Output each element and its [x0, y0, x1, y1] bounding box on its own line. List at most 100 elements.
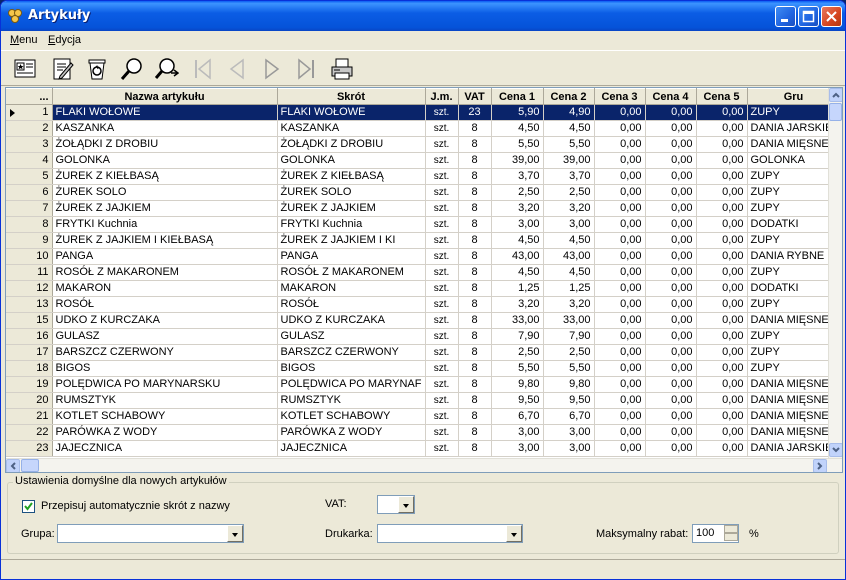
table-cell: 39,00 — [543, 152, 595, 169]
column-header[interactable]: Cena 4 — [645, 88, 697, 105]
table-cell: GULASZ — [277, 328, 426, 345]
table-cell: 4,50 — [491, 232, 544, 249]
spin-up-button[interactable] — [724, 525, 738, 533]
table-cell: ZUPY — [747, 296, 841, 313]
table-row[interactable]: 7 ŻUREK Z JAJKIEM ŻUREK Z JAJKIEM szt. 8 3,20… — [6, 200, 841, 217]
table-cell: DANIA MIĘSNE — [747, 136, 841, 153]
vertical-scrollbar[interactable] — [828, 88, 842, 458]
table-row[interactable]: 2 KASZANKA KASZANKA szt. 8 4,50 4,50 0,00 0,00 0,… — [6, 120, 841, 137]
card-button[interactable] — [10, 54, 40, 84]
table-row[interactable]: 8 FRYTKI Kuchnia FRYTKI Kuchnia szt. 8 3,00 3,… — [6, 216, 841, 233]
table-cell: 0,00 — [594, 328, 646, 345]
articles-grid[interactable]: ... Nazwa artykułu Skrót J.m. VAT Cena 1 Cena … — [5, 87, 843, 473]
group-dropdown-button[interactable] — [227, 525, 243, 542]
table-row[interactable]: 4 GOLONKA GOLONKA szt. 8 39,00 39,00 0,00 0,00 0,… — [6, 152, 841, 169]
last-record-button[interactable] — [292, 54, 322, 84]
column-header[interactable]: Cena 1 — [491, 88, 544, 105]
table-cell: 0,00 — [645, 296, 697, 313]
close-button[interactable] — [821, 6, 842, 27]
printer-select[interactable] — [377, 524, 523, 543]
vat-dropdown-button[interactable] — [398, 496, 414, 513]
scroll-left-button[interactable] — [6, 459, 20, 472]
table-row[interactable]: 11 ROSÓŁ Z MAKARONEM ROSÓŁ Z MAKARONEM szt.… — [6, 264, 841, 281]
table-row[interactable]: 15 UDKO Z KURCZAKA UDKO Z KURCZAKA szt. 8 33,… — [6, 312, 841, 329]
table-cell: 7,90 — [491, 328, 544, 345]
first-icon — [195, 58, 211, 80]
table-cell: 8 — [458, 424, 492, 441]
edit-button[interactable] — [48, 54, 78, 84]
column-header[interactable]: VAT — [458, 88, 492, 105]
column-header[interactable]: Cena 3 — [594, 88, 646, 105]
minimize-button[interactable] — [775, 6, 796, 27]
table-row[interactable]: 17 BARSZCZ CZERWONY BARSZCZ CZERWONY szt. 8 2… — [6, 344, 841, 361]
table-cell: ŻOŁĄDKI Z DROBIU — [277, 136, 426, 153]
table-cell: 5,50 — [543, 136, 595, 153]
group-select[interactable] — [57, 524, 244, 543]
table-cell: 4,90 — [543, 104, 595, 121]
scroll-right-button[interactable] — [813, 459, 827, 472]
table-cell: 39,00 — [491, 152, 544, 169]
spin-down-button[interactable] — [724, 533, 738, 541]
table-row[interactable]: 6 ŻUREK SOLO ŻUREK SOLO szt. 8 2,50 2,50 0,00 0,… — [6, 184, 841, 201]
max-discount-stepper[interactable]: 100 — [692, 524, 739, 543]
close-icon — [826, 11, 837, 22]
table-row[interactable]: 22 PARÓWKA Z WODY PARÓWKA Z WODY szt. 8 3,00 3… — [6, 424, 841, 441]
table-cell: 8 — [458, 392, 492, 409]
column-header[interactable]: Cena 2 — [543, 88, 595, 105]
column-header[interactable]: Cena 5 — [696, 88, 748, 105]
column-header[interactable]: J.m. — [425, 88, 459, 105]
table-cell: 0,00 — [696, 328, 748, 345]
column-header[interactable]: Skrót — [277, 88, 426, 105]
table-row[interactable]: 5 ŻUREK Z KIEŁBASĄ ŻUREK Z KIEŁBASĄ szt. 8 3,… — [6, 168, 841, 185]
table-row[interactable]: 16 GULASZ GULASZ szt. 8 7,90 7,90 0,00 0,00 0,00 Z… — [6, 328, 841, 345]
prev-icon — [229, 58, 244, 80]
table-row[interactable]: 23 JAJECZNICA JAJECZNICA szt. 8 3,00 3,00 0,00 0… — [6, 440, 841, 457]
search-next-button[interactable] — [152, 54, 182, 84]
table-row[interactable]: 18 BIGOS BIGOS szt. 8 5,50 5,50 0,00 0,00 0,00 ZUP… — [6, 360, 841, 377]
horizontal-scrollbar[interactable] — [6, 458, 842, 472]
search-button[interactable] — [117, 54, 147, 84]
column-header[interactable]: Nazwa artykułu — [52, 88, 278, 105]
table-cell: 12 — [6, 280, 53, 297]
table-cell: DODATKI — [747, 280, 841, 297]
title-bar[interactable]: Artykuły — [1, 1, 845, 31]
table-row[interactable]: 20 RUMSZTYK RUMSZTYK szt. 8 9,50 9,50 0,00 0,00 0… — [6, 392, 841, 409]
prev-record-button[interactable] — [222, 54, 252, 84]
table-cell: MAKARON — [52, 280, 278, 297]
scroll-up-button[interactable] — [829, 88, 842, 102]
checkmark-icon — [24, 502, 33, 511]
table-row[interactable]: 10 PANGA PANGA szt. 8 43,00 43,00 0,00 0,00 0,00 D… — [6, 248, 841, 265]
card-icon — [14, 59, 36, 78]
table-row[interactable]: 12 MAKARON MAKARON szt. 8 1,25 1,25 0,00 0,00 0,0… — [6, 280, 841, 297]
first-record-button[interactable] — [187, 54, 217, 84]
menu-menu[interactable]: Menu — [10, 34, 38, 46]
table-cell: szt. — [425, 216, 459, 233]
table-cell: 8 — [458, 296, 492, 313]
vat-select[interactable] — [377, 495, 415, 514]
table-cell: szt. — [425, 344, 459, 361]
table-row[interactable]: 3 ŻOŁĄDKI Z DROBIU ŻOŁĄDKI Z DROBIU szt. 8 5,… — [6, 136, 841, 153]
table-row[interactable]: 9 ŻUREK Z JAJKIEM I KIEŁBASĄ ŻUREK Z JAJKI… — [6, 232, 841, 249]
table-row[interactable]: 13 ROSÓŁ ROSÓŁ szt. 8 3,20 3,20 0,00 0,00 0,00 ZUP… — [6, 296, 841, 313]
table-cell: GOLONKA — [52, 152, 278, 169]
table-row[interactable]: 21 KOTLET SCHABOWY KOTLET SCHABOWY szt. 8 6,7… — [6, 408, 841, 425]
table-row[interactable]: 19 POLĘDWICA PO MARYNARSKU POLĘDWICA PO MA… — [6, 376, 841, 393]
table-row[interactable]: 1 FLAKI WOŁOWE FLAKI WOŁOWE szt. 23 5,90 4,90 0… — [6, 104, 841, 121]
next-record-button[interactable] — [257, 54, 287, 84]
maximize-button[interactable] — [798, 6, 819, 27]
printer-dropdown-button[interactable] — [506, 525, 522, 542]
delete-button[interactable] — [82, 54, 112, 84]
table-cell: 9 — [6, 232, 53, 249]
column-header[interactable]: Gru — [747, 88, 841, 105]
table-cell: 0,00 — [594, 184, 646, 201]
menu-edycja[interactable]: Edycja — [48, 34, 81, 46]
vertical-scroll-thumb[interactable] — [829, 103, 842, 121]
column-header[interactable]: ... — [6, 88, 53, 105]
auto-abbrev-checkbox[interactable] — [22, 500, 35, 513]
printer-label: Drukarka: — [325, 528, 373, 540]
table-cell: 0,00 — [696, 168, 748, 185]
print-button[interactable] — [327, 54, 357, 84]
scroll-down-button[interactable] — [829, 443, 842, 457]
table-cell: DANIA MIĘSNE — [747, 376, 841, 393]
horizontal-scroll-thumb[interactable] — [21, 459, 39, 472]
